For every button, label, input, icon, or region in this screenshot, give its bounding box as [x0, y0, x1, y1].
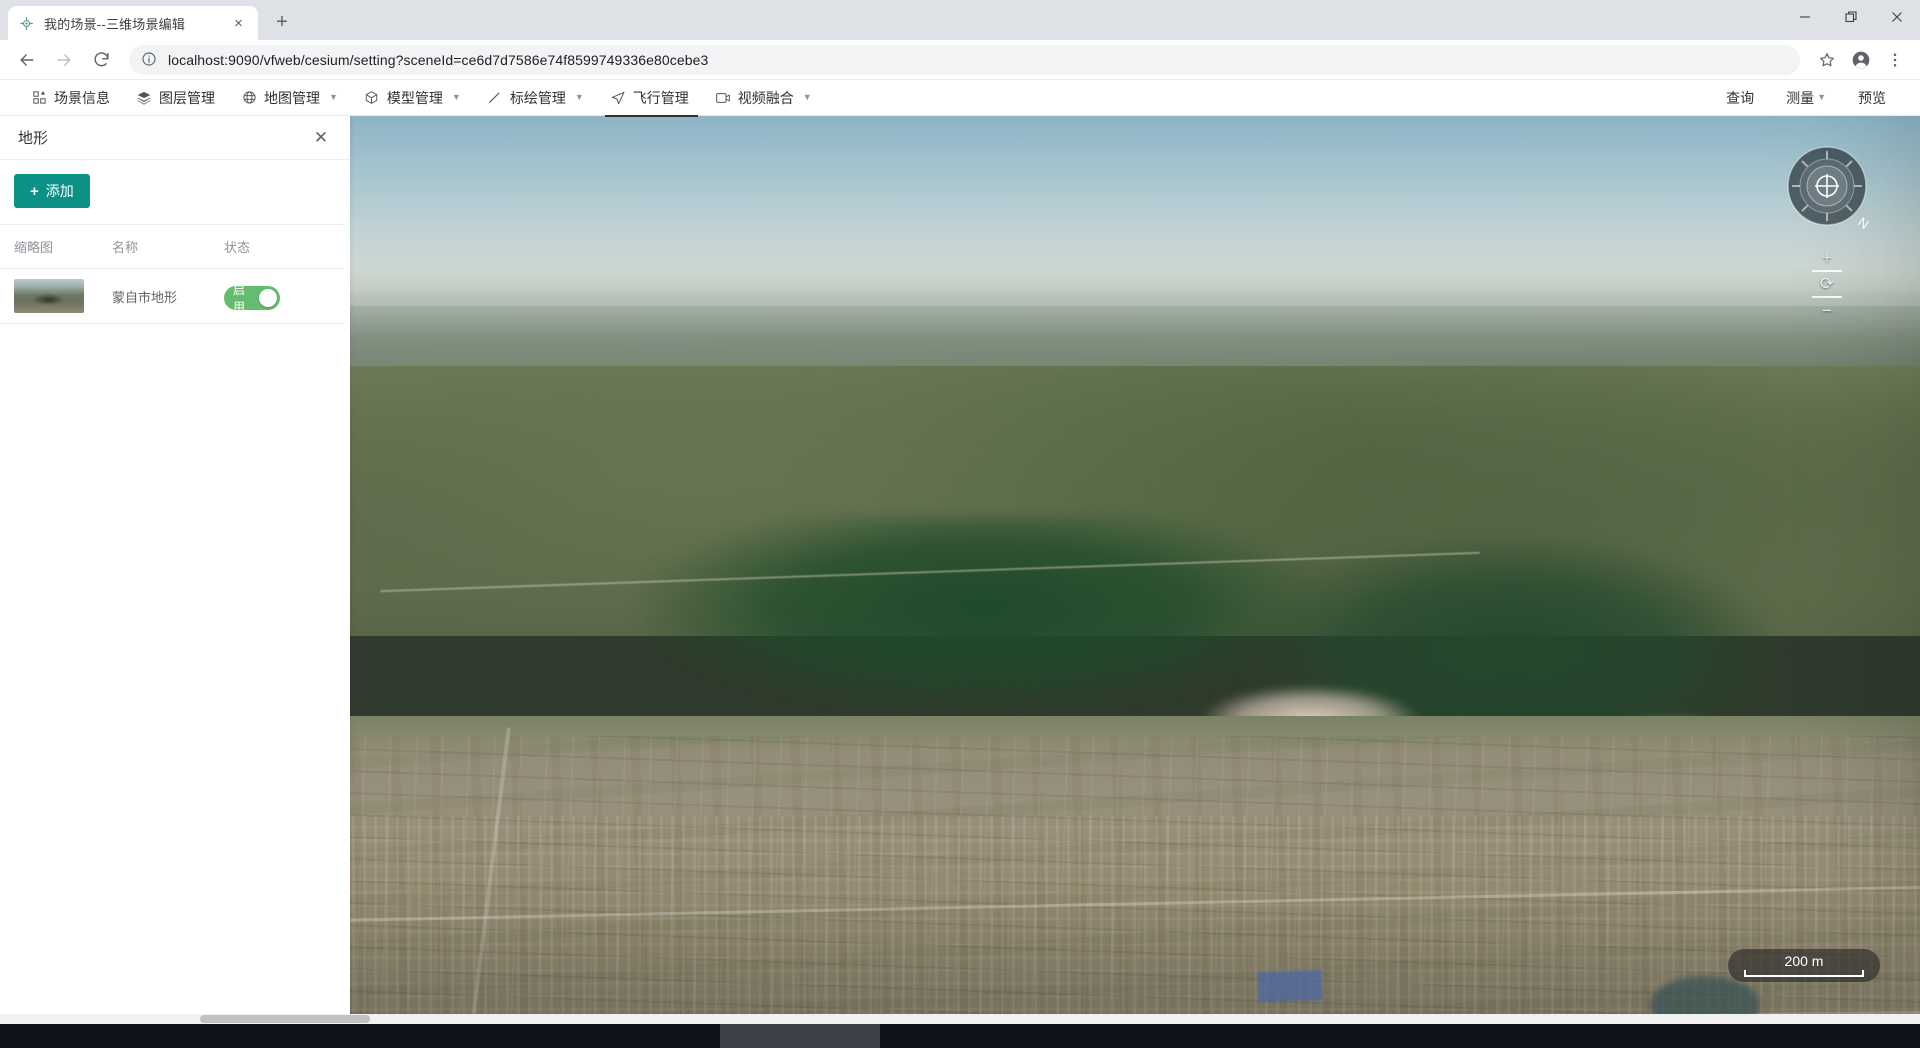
panel-body: + 添加 缩略图 名称 状态: [0, 160, 350, 1024]
column-header-name: 名称: [98, 225, 210, 269]
thumbnail-shade: [27, 293, 70, 306]
menu-item-plot-management[interactable]: 标绘管理 ▼: [474, 80, 597, 116]
status-toggle[interactable]: 启用: [224, 286, 280, 310]
browser-tab[interactable]: 我的场景--三维场景编辑 ×: [8, 6, 258, 40]
scrollbar-thumb[interactable]: [200, 1015, 370, 1023]
menu-label: 测量: [1786, 88, 1814, 108]
menu-label: 查询: [1726, 88, 1754, 108]
zoom-out-button[interactable]: −: [1812, 298, 1842, 324]
status-toggle-label: 启用: [233, 281, 255, 315]
app-menu-right-group: 查询 测量 ▼ 预览: [1710, 80, 1902, 116]
taskbar-item[interactable]: [720, 1024, 880, 1048]
video-icon: [715, 90, 731, 106]
bookmark-star-icon[interactable]: [1812, 45, 1842, 75]
terrain-table: 缩略图 名称 状态: [0, 224, 345, 324]
menu-item-video-fusion[interactable]: 视频融合 ▼: [702, 80, 825, 116]
chevron-down-icon[interactable]: ▼: [329, 93, 338, 102]
window-controls: [1782, 0, 1920, 40]
cell-name: 蒙自市地形: [98, 269, 210, 324]
window-close-icon[interactable]: [1874, 0, 1920, 33]
chevron-down-icon[interactable]: ▼: [803, 93, 812, 102]
table-row[interactable]: 蒙自市地形 启用: [0, 269, 345, 324]
map-zoom-controls: + ⟳ −: [1812, 246, 1842, 324]
profile-icon[interactable]: [1846, 45, 1876, 75]
browser-toolbar: localhost:9090/vfweb/cesium/setting?scen…: [0, 40, 1920, 80]
globe-network-icon: [18, 15, 35, 32]
menu-item-flight-management[interactable]: 飞行管理: [597, 80, 702, 116]
menu-label: 视频融合: [738, 88, 794, 108]
panel-header: 地形 ✕: [0, 116, 350, 160]
app-menu-group: 场景信息 图层管理: [18, 80, 825, 116]
chevron-down-icon[interactable]: ▼: [1817, 93, 1826, 102]
pen-icon: [487, 90, 503, 106]
menu-label: 标绘管理: [510, 88, 566, 108]
forward-icon[interactable]: [47, 43, 81, 77]
chevron-down-icon[interactable]: ▼: [452, 93, 461, 102]
menu-label: 预览: [1858, 88, 1886, 108]
table-header-row: 缩略图 名称 状态: [0, 225, 345, 269]
tab-strip: 我的场景--三维场景编辑 × +: [0, 0, 1920, 40]
scene-info-icon: [31, 90, 47, 106]
viewer-stage: N + ⟳ − 200 m 地形 ✕: [0, 116, 1920, 1024]
window-minimize-icon[interactable]: [1782, 0, 1828, 33]
new-tab-button[interactable]: +: [266, 6, 298, 38]
reset-view-button[interactable]: ⟳: [1812, 272, 1842, 298]
globe-icon: [241, 90, 257, 106]
menu-label: 模型管理: [387, 88, 443, 108]
scale-bar-label: 200 m: [1785, 954, 1824, 969]
cesium-navigation-compass[interactable]: N: [1779, 138, 1875, 234]
application-area: 场景信息 图层管理: [0, 80, 1920, 1024]
menu-label: 飞行管理: [633, 88, 689, 108]
address-bar-url: localhost:9090/vfweb/cesium/setting?scen…: [168, 52, 708, 68]
window-maximize-icon[interactable]: [1828, 0, 1874, 33]
browser-window: 我的场景--三维场景编辑 × +: [0, 0, 1920, 1048]
layers-icon: [136, 90, 152, 106]
column-header-thumbnail: 缩略图: [0, 225, 98, 269]
cell-status: 启用: [210, 269, 345, 324]
menu-label: 图层管理: [159, 88, 215, 108]
panel-title: 地形: [18, 127, 48, 148]
menu-item-preview[interactable]: 预览: [1842, 80, 1902, 116]
column-header-status: 状态: [210, 225, 345, 269]
address-bar[interactable]: localhost:9090/vfweb/cesium/setting?scen…: [129, 45, 1800, 75]
menu-item-scene-info[interactable]: 场景信息: [18, 80, 123, 116]
menu-label: 场景信息: [54, 88, 110, 108]
cell-thumbnail: [0, 269, 98, 324]
reload-icon[interactable]: [84, 43, 118, 77]
menu-item-map-management[interactable]: 地图管理 ▼: [228, 80, 351, 116]
menu-label: 地图管理: [264, 88, 320, 108]
back-icon[interactable]: [10, 43, 44, 77]
compass-north-label: N: [1855, 214, 1871, 232]
menu-item-layer-management[interactable]: 图层管理: [123, 80, 228, 116]
os-taskbar: [0, 1024, 1920, 1048]
toggle-knob: [259, 289, 277, 307]
scale-bar-ruler: [1744, 970, 1864, 977]
menu-item-query[interactable]: 查询: [1710, 80, 1770, 116]
site-info-icon[interactable]: [141, 51, 158, 68]
app-menu-bar: 场景信息 图层管理: [0, 80, 1920, 116]
zoom-in-button[interactable]: +: [1812, 246, 1842, 272]
close-icon[interactable]: ✕: [310, 127, 332, 149]
blue-roof-building: [1257, 970, 1322, 1002]
horizontal-scrollbar[interactable]: [0, 1014, 1920, 1024]
plus-icon: +: [30, 184, 39, 199]
tab-title: 我的场景--三维场景编辑: [44, 14, 229, 33]
add-button-label: 添加: [46, 181, 74, 201]
map-scale-bar: 200 m: [1728, 949, 1880, 982]
browser-menu-icon[interactable]: [1880, 45, 1910, 75]
tab-close-icon[interactable]: ×: [229, 14, 248, 33]
chevron-down-icon[interactable]: ▼: [575, 93, 584, 102]
cube-icon: [364, 90, 380, 106]
add-terrain-button[interactable]: + 添加: [14, 174, 90, 208]
terrain-thumbnail: [14, 279, 84, 313]
menu-item-model-management[interactable]: 模型管理 ▼: [351, 80, 474, 116]
menu-item-measure[interactable]: 测量 ▼: [1770, 80, 1842, 116]
paper-plane-icon: [610, 90, 626, 106]
terrain-panel: 地形 ✕ + 添加 缩略图 名称 状态: [0, 116, 350, 1024]
